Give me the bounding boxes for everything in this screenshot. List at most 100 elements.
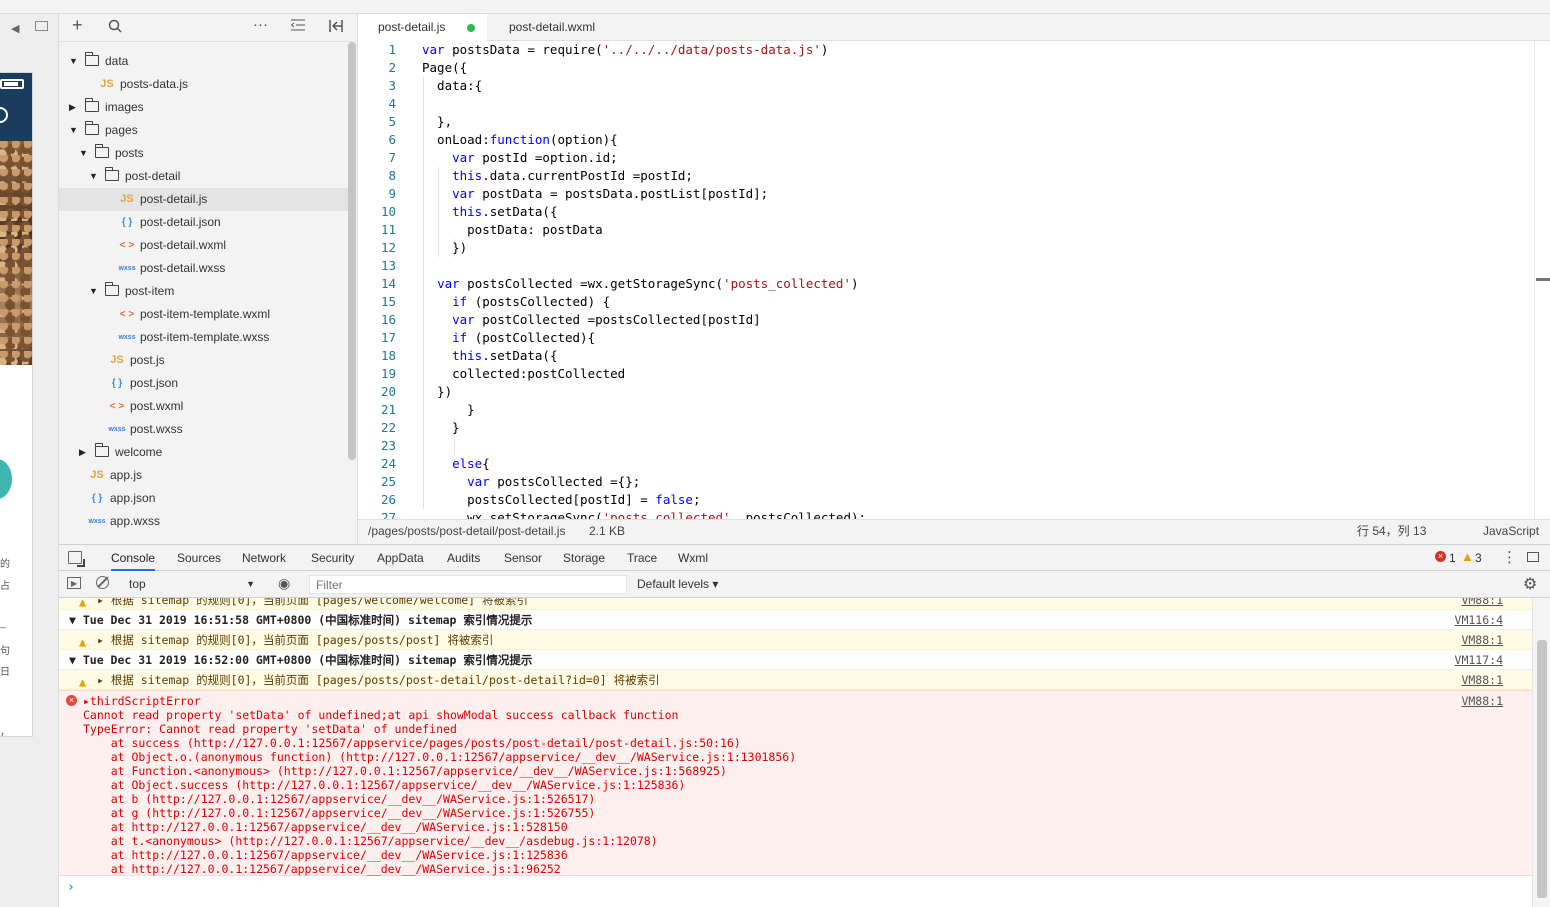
code-line[interactable]: 19 collected:postCollected [358, 365, 1534, 383]
code-line[interactable]: 7 var postId =option.id; [358, 149, 1534, 167]
source-link[interactable]: VM88:1 [1461, 598, 1503, 610]
source-link[interactable]: VM88:1 [1461, 670, 1503, 690]
clear-console-icon[interactable] [96, 576, 109, 589]
chevron-down-icon[interactable]: ▼ [89, 280, 98, 303]
stack-trace-line[interactable]: at Object.o.(anonymous function) (http:/… [83, 750, 796, 764]
code-line[interactable]: 12 }) [358, 239, 1534, 257]
tree-item[interactable]: JS post-detail.js [59, 188, 349, 211]
explorer-scrollbar[interactable] [348, 42, 356, 460]
add-file-icon[interactable]: + [72, 16, 83, 34]
stack-trace-line[interactable]: at http://127.0.0.1:12567/appservice/__d… [83, 820, 568, 834]
log-levels-select[interactable]: Default levels ▾ [637, 571, 718, 598]
stack-trace-line[interactable]: at Object.success (http://127.0.0.1:1256… [83, 778, 686, 792]
code-line[interactable]: 22 } [358, 419, 1534, 437]
tree-item[interactable]: ▶ images [59, 96, 349, 119]
code-line[interactable]: 11 postData: postData [358, 221, 1534, 239]
collapse-all-icon[interactable] [290, 19, 305, 35]
code-line[interactable]: 18 this.setData({ [358, 347, 1534, 365]
console-filter-input[interactable] [309, 575, 627, 594]
code-line[interactable]: 3 data:{ [358, 77, 1534, 95]
tab-network[interactable]: Network [242, 545, 286, 571]
code-line[interactable]: 5 }, [358, 113, 1534, 131]
tab-sensor[interactable]: Sensor [504, 545, 542, 571]
console-group[interactable]: ▼ Tue Dec 31 2019 16:51:58 GMT+0800 (中国标… [59, 610, 1532, 630]
source-link[interactable]: VM117:4 [1455, 650, 1503, 670]
code-line[interactable]: 21 } [358, 401, 1534, 419]
context-select[interactable]: top ▼ [121, 575, 263, 593]
error-count[interactable]: 1 [1449, 545, 1456, 571]
console-prompt[interactable]: › [67, 880, 75, 895]
console-output[interactable]: × VM88:1 ▸thirdScriptError Cannot read pr… [59, 598, 1532, 907]
stack-trace-line[interactable]: at Function.<anonymous> (http://127.0.0.… [83, 764, 727, 778]
code-line[interactable]: 6 onLoad:function(option){ [358, 131, 1534, 149]
console-group[interactable]: ▼ Tue Dec 31 2019 16:52:00 GMT+0800 (中国标… [59, 650, 1532, 670]
tab-security[interactable]: Security [311, 545, 354, 571]
chevron-down-icon[interactable]: ▼ [69, 119, 78, 142]
tree-item[interactable]: ▼ post-detail [59, 165, 349, 188]
tree-item[interactable]: ▼ data [59, 50, 349, 73]
code-line[interactable]: 17 if (postCollected){ [358, 329, 1534, 347]
tab-trace[interactable]: Trace [627, 545, 657, 571]
window-icon[interactable] [35, 21, 48, 31]
editor-scrollbar[interactable] [1534, 41, 1550, 519]
sidebar-toggle-icon[interactable]: ▶ [67, 577, 81, 589]
stack-trace-line[interactable]: at success (http://127.0.0.1:12567/appse… [83, 736, 741, 750]
phone-preview[interactable]: 的占 _ 句日 ， [0, 72, 33, 737]
code-line[interactable]: 16 var postCollected =postsCollected[pos… [358, 311, 1534, 329]
floating-action-button[interactable] [0, 459, 12, 499]
tree-item[interactable]: ▼ posts [59, 142, 349, 165]
code-line[interactable]: 15 if (postsCollected) { [358, 293, 1534, 311]
tree-item[interactable]: wxss app.wxss [59, 510, 349, 533]
source-link[interactable]: VM116:4 [1455, 610, 1503, 630]
volume-icon[interactable]: ◀ [11, 22, 19, 35]
tree-item[interactable]: wxss post-item-template.wxss [59, 326, 349, 349]
console-warning[interactable]: ▲ ▸ 根据 sitemap 的规则[0]，当前页面 [pages/posts/p… [59, 670, 1532, 690]
code-line[interactable]: 24 else{ [358, 455, 1534, 473]
console-scrollbar[interactable] [1532, 598, 1550, 907]
chevron-down-icon[interactable]: ▼ [79, 142, 88, 165]
code-line[interactable]: 20 }) [358, 383, 1534, 401]
code-line[interactable]: 1 var postsData = require('../../../data/… [358, 41, 1534, 59]
chevron-right-icon[interactable]: ▶ [69, 96, 76, 119]
chevron-right-icon[interactable]: ▶ [79, 441, 86, 464]
eye-icon[interactable]: ◉ [278, 575, 290, 592]
code-line[interactable]: 25 var postsCollected ={}; [358, 473, 1534, 491]
console-warning[interactable]: ▲ ▸ 根据 sitemap 的规则[0]，当前页面 [pages/welcome… [59, 598, 1532, 610]
code-line[interactable]: 23 [358, 437, 1534, 455]
tab-wxml[interactable]: Wxml [678, 545, 708, 571]
code-line[interactable]: 14 var postsCollected =wx.getStorageSync… [358, 275, 1534, 293]
stack-trace-line[interactable]: at t.<anonymous> (http://127.0.0.1:12567… [83, 834, 658, 848]
tab-sources[interactable]: Sources [177, 545, 221, 571]
source-link[interactable]: VM88:1 [1461, 630, 1503, 650]
tab-console[interactable]: Console [111, 545, 156, 571]
code-line[interactable]: 8 this.data.currentPostId =postId; [358, 167, 1534, 185]
tree-item[interactable]: ▶ welcome [59, 441, 349, 464]
code-line[interactable]: 9 var postData = postsData.postList[post… [358, 185, 1534, 203]
language-mode[interactable]: JavaScript [1483, 520, 1539, 543]
tab-post-detail-js[interactable]: post-detail.js [358, 14, 487, 41]
error-message[interactable]: × VM88:1 ▸thirdScriptError Cannot read pr… [59, 690, 1532, 876]
tab-post-detail-wxml[interactable]: post-detail.wxml [489, 14, 629, 41]
tree-item[interactable]: < > post-detail.wxml [59, 234, 349, 257]
chevron-down-icon[interactable]: ▼ [89, 165, 98, 188]
code-line[interactable]: 10 this.setData({ [358, 203, 1534, 221]
code-area[interactable]: 1 var postsData = require('../../../data/… [358, 41, 1534, 519]
error-source-link[interactable]: VM88:1 [1461, 694, 1503, 708]
tree-item[interactable]: { } app.json [59, 487, 349, 510]
undock-icon[interactable] [1527, 552, 1539, 562]
gear-icon[interactable]: ⚙ [1523, 574, 1537, 594]
tab-appdata[interactable]: AppData [377, 545, 424, 571]
tree-item[interactable]: JS posts-data.js [59, 73, 349, 96]
stack-trace-line[interactable]: at http://127.0.0.1:12567/appservice/__d… [83, 862, 561, 876]
tree-item[interactable]: { } post.json [59, 372, 349, 395]
tree-item[interactable]: JS app.js [59, 464, 349, 487]
search-icon[interactable] [108, 19, 122, 37]
tree-item[interactable]: ▼ pages [59, 119, 349, 142]
more-icon[interactable]: ··· [253, 17, 268, 33]
chevron-down-icon[interactable]: ▼ [69, 50, 78, 73]
tree-item[interactable]: < > post.wxml [59, 395, 349, 418]
tab-audits[interactable]: Audits [447, 545, 480, 571]
tree-item[interactable]: wxss post.wxss [59, 418, 349, 441]
console-warning[interactable]: ▲ ▸ 根据 sitemap 的规则[0]，当前页面 [pages/posts/p… [59, 630, 1532, 650]
tab-storage[interactable]: Storage [563, 545, 605, 571]
